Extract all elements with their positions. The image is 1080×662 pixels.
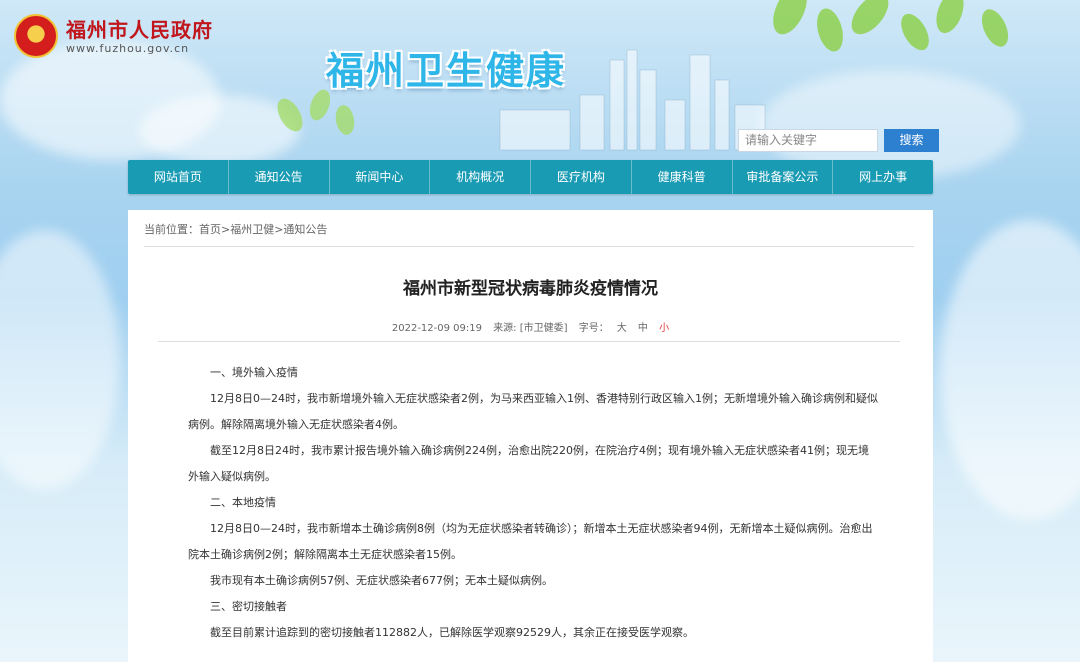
article-date: 2022-12-09 09:19 — [391, 323, 482, 334]
paragraph: 12月8日0—24时，我市新增本土确诊病例8例（均为无症状感染者转确诊）；新增本… — [188, 522, 873, 561]
nav-item-health-science[interactable]: 健康科普 — [632, 160, 733, 194]
font-size-label: 字号： — [578, 323, 609, 334]
content-panel: 当前位置：首页>福州卫健>通知公告 福州市新型冠状病毒肺炎疫情情况 2022-1… — [128, 210, 933, 662]
main-nav: 网站首页 通知公告 新闻中心 机构概况 医疗机构 健康科普 审批备案公示 网上办… — [128, 160, 933, 194]
font-size-medium-button[interactable]: 中 — [638, 323, 648, 334]
article-source: 来源: [市卫健委] — [493, 323, 568, 334]
nav-item-notices[interactable]: 通知公告 — [229, 160, 330, 194]
article-meta: 2022-12-09 09:19 来源: [市卫健委] 字号： 大 中 小 — [128, 319, 933, 334]
nav-item-home[interactable]: 网站首页 — [128, 160, 229, 194]
nav-item-online-service[interactable]: 网上办事 — [833, 160, 933, 194]
section-heading: 三、密切接触者 — [210, 600, 287, 613]
paragraph: 截至12月8日24时，我市累计报告境外输入确诊病例224例，治愈出院220例，在… — [188, 444, 869, 483]
nav-item-about[interactable]: 机构概况 — [430, 160, 531, 194]
search-button[interactable]: 搜索 — [884, 129, 939, 152]
gov-logo[interactable]: 福州市人民政府 www.fuzhou.gov.cn — [14, 14, 213, 58]
nav-item-approval[interactable]: 审批备案公示 — [733, 160, 834, 194]
site-title: 福州卫生健康 — [326, 49, 567, 93]
font-size-large-button[interactable]: 大 — [617, 323, 627, 334]
gov-url: www.fuzhou.gov.cn — [66, 41, 190, 55]
national-emblem-icon — [14, 14, 58, 58]
cloud-decoration — [940, 220, 1080, 520]
divider — [158, 341, 900, 342]
search-input[interactable]: 请输入关键字 — [738, 129, 878, 152]
font-size-small-button[interactable]: 小 — [659, 323, 669, 334]
section-heading: 二、本地疫情 — [210, 496, 276, 509]
nav-item-news[interactable]: 新闻中心 — [330, 160, 431, 194]
article-title: 福州市新型冠状病毒肺炎疫情情况 — [403, 279, 658, 299]
article-body: 一、境外输入疫情 12月8日0—24时，我市新增境外输入无症状感染者2例，为马来… — [188, 360, 878, 646]
paragraph: 12月8日0—24时，我市新增境外输入无症状感染者2例，为马来西亚输入1例、香港… — [188, 392, 878, 431]
paragraph: 我市现有本土确诊病例57例、无症状感染者677例；无本土疑似病例。 — [210, 574, 553, 587]
divider — [144, 246, 914, 247]
breadcrumb[interactable]: 当前位置：首页>福州卫健>通知公告 — [144, 221, 327, 237]
nav-item-medical[interactable]: 医疗机构 — [531, 160, 632, 194]
leaves-decoration — [773, 0, 1009, 52]
gov-name: 福州市人民政府 — [66, 17, 213, 42]
cloud-decoration — [0, 230, 120, 490]
section-heading: 一、境外输入疫情 — [210, 366, 298, 379]
paragraph: 截至目前累计追踪到的密切接触者112882人，已解除医学观察92529人，其余正… — [210, 626, 694, 639]
